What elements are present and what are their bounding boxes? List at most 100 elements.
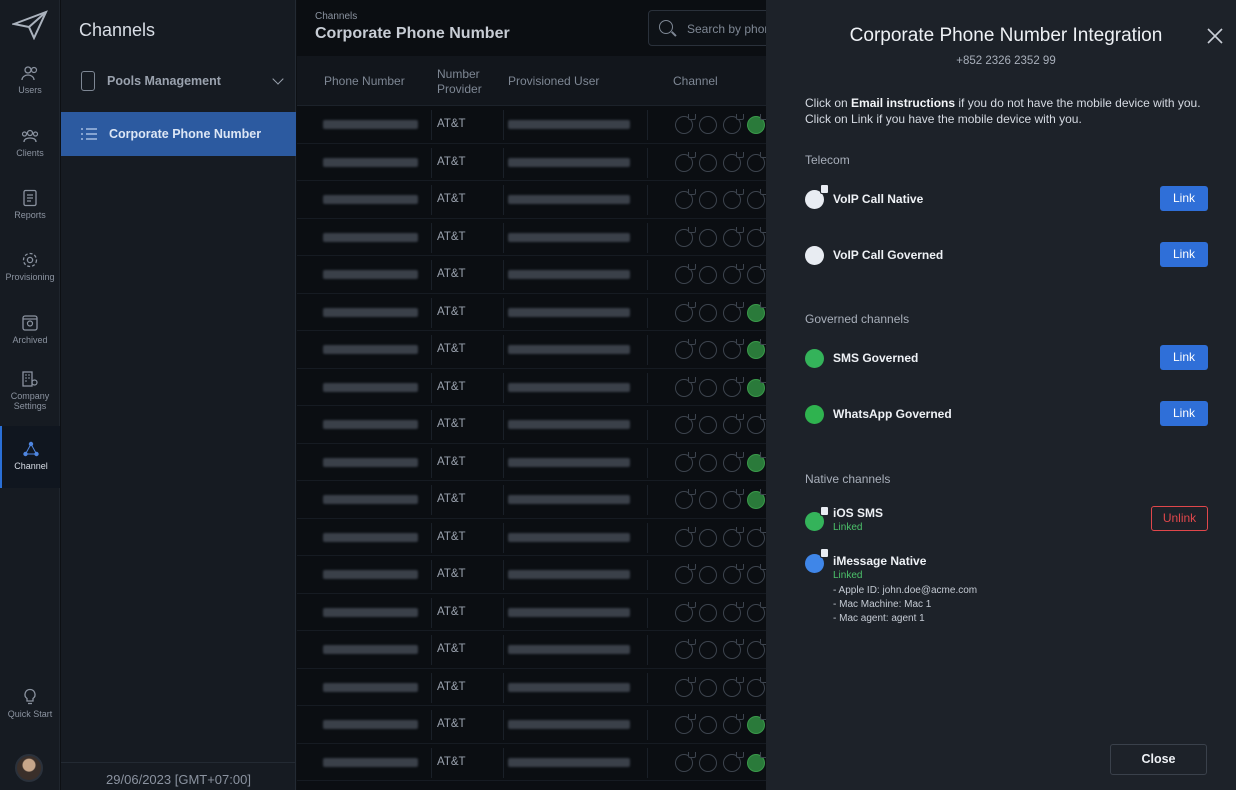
table-row[interactable]: AT&T: [297, 181, 766, 219]
channel-icon[interactable]: [699, 153, 717, 172]
channel-icon[interactable]: [747, 751, 766, 772]
channel-icon[interactable]: [699, 191, 717, 209]
table-row[interactable]: AT&T: [297, 219, 766, 256]
table-row[interactable]: AT&T: [297, 706, 766, 744]
search-input[interactable]: Search by phone: [648, 10, 778, 46]
channel-icon[interactable]: [723, 451, 744, 472]
close-button[interactable]: Close: [1110, 744, 1207, 775]
channel-icon[interactable]: [723, 339, 744, 359]
channel-icon[interactable]: [723, 564, 744, 584]
channel-icon[interactable]: [723, 676, 744, 697]
unlink-button-ios-sms[interactable]: Unlink: [1151, 506, 1208, 531]
link-button-voip-governed[interactable]: Link: [1160, 242, 1208, 267]
channel-icon[interactable]: [675, 301, 696, 322]
channel-icon[interactable]: [699, 491, 717, 509]
pools-management-item[interactable]: Pools Management: [61, 60, 296, 102]
app-logo-icon[interactable]: [12, 10, 48, 40]
channel-icon[interactable]: [747, 639, 766, 659]
table-row[interactable]: AT&T: [297, 594, 766, 631]
channel-icon[interactable]: [699, 641, 717, 659]
channel-icon[interactable]: [723, 601, 744, 622]
channel-icon[interactable]: [723, 714, 744, 734]
channel-icon[interactable]: [723, 526, 744, 547]
channel-icon[interactable]: [675, 414, 696, 434]
table-row[interactable]: AT&T: [297, 256, 766, 294]
avatar[interactable]: [15, 754, 43, 782]
table-row[interactable]: AT&T: [297, 669, 766, 706]
link-button-sms-governed[interactable]: Link: [1160, 345, 1208, 370]
table-row[interactable]: AT&T: [297, 744, 766, 781]
rail-item-provisioning[interactable]: Provisioning: [0, 251, 60, 282]
link-button-voip-native[interactable]: Link: [1160, 186, 1208, 211]
table-row[interactable]: AT&T: [297, 631, 766, 669]
channel-icon[interactable]: [675, 226, 696, 247]
channel-icon[interactable]: [747, 414, 766, 434]
channel-icon[interactable]: [747, 676, 766, 697]
channel-icon[interactable]: [747, 339, 766, 359]
table-row[interactable]: AT&T: [297, 481, 766, 519]
channel-icon[interactable]: [747, 226, 766, 247]
channel-icon[interactable]: [723, 264, 744, 284]
channel-icon[interactable]: [747, 114, 766, 134]
channel-icon[interactable]: [699, 566, 717, 584]
channel-icon[interactable]: [675, 151, 696, 172]
table-row[interactable]: AT&T: [297, 294, 766, 331]
channel-icon[interactable]: [699, 453, 717, 472]
rail-item-clients[interactable]: Clients: [0, 127, 60, 158]
channel-icon[interactable]: [699, 303, 717, 322]
channel-icon[interactable]: [675, 639, 696, 659]
channel-icon[interactable]: [723, 151, 744, 172]
breadcrumb[interactable]: Channels: [315, 11, 357, 22]
rail-item-company-settings[interactable]: Company Settings: [0, 370, 60, 411]
channel-icon[interactable]: [675, 189, 696, 209]
channel-icon[interactable]: [723, 301, 744, 322]
channel-icon[interactable]: [699, 116, 717, 134]
table-row[interactable]: AT&T: [297, 406, 766, 444]
rail-item-users[interactable]: Users: [0, 64, 60, 95]
column-header-provider[interactable]: Provider: [437, 82, 482, 96]
column-header-channel[interactable]: Channel: [673, 74, 718, 88]
channel-icon[interactable]: [699, 378, 717, 397]
channel-icon[interactable]: [723, 751, 744, 772]
channel-icon[interactable]: [747, 376, 766, 397]
channel-icon[interactable]: [723, 226, 744, 247]
channel-icon[interactable]: [699, 228, 717, 247]
table-row[interactable]: AT&T: [297, 444, 766, 481]
table-row[interactable]: AT&T: [297, 106, 766, 144]
channel-icon[interactable]: [675, 489, 696, 509]
column-header-provider[interactable]: Number: [437, 67, 480, 81]
channel-icon[interactable]: [723, 114, 744, 134]
channel-icon[interactable]: [675, 564, 696, 584]
channel-icon[interactable]: [723, 489, 744, 509]
channel-icon[interactable]: [675, 376, 696, 397]
table-row[interactable]: AT&T: [297, 144, 766, 181]
table-row[interactable]: AT&T: [297, 519, 766, 556]
channel-icon[interactable]: [675, 451, 696, 472]
link-button-whatsapp-governed[interactable]: Link: [1160, 401, 1208, 426]
channel-icon[interactable]: [723, 414, 744, 434]
channel-icon[interactable]: [747, 714, 766, 734]
channel-icon[interactable]: [675, 264, 696, 284]
channel-icon[interactable]: [675, 676, 696, 697]
channel-icon[interactable]: [699, 341, 717, 359]
channel-icon[interactable]: [747, 564, 766, 584]
channel-icon[interactable]: [699, 678, 717, 697]
channel-icon[interactable]: [747, 451, 766, 472]
channel-icon[interactable]: [699, 266, 717, 284]
channel-icon[interactable]: [699, 753, 717, 772]
channel-icon[interactable]: [747, 526, 766, 547]
channel-icon[interactable]: [747, 151, 766, 172]
column-header-phone[interactable]: Phone Number: [324, 74, 405, 88]
channel-icon[interactable]: [675, 714, 696, 734]
close-icon[interactable]: [1206, 27, 1224, 45]
table-row[interactable]: AT&T: [297, 556, 766, 594]
channel-icon[interactable]: [723, 376, 744, 397]
column-header-user[interactable]: Provisioned User: [508, 74, 599, 88]
channel-icon[interactable]: [747, 264, 766, 284]
channel-icon[interactable]: [747, 301, 766, 322]
channel-icon[interactable]: [747, 189, 766, 209]
channel-icon[interactable]: [675, 601, 696, 622]
channel-icon[interactable]: [675, 751, 696, 772]
rail-item-channel[interactable]: Channel: [0, 426, 60, 488]
corporate-phone-number-item[interactable]: Corporate Phone Number: [61, 112, 296, 156]
